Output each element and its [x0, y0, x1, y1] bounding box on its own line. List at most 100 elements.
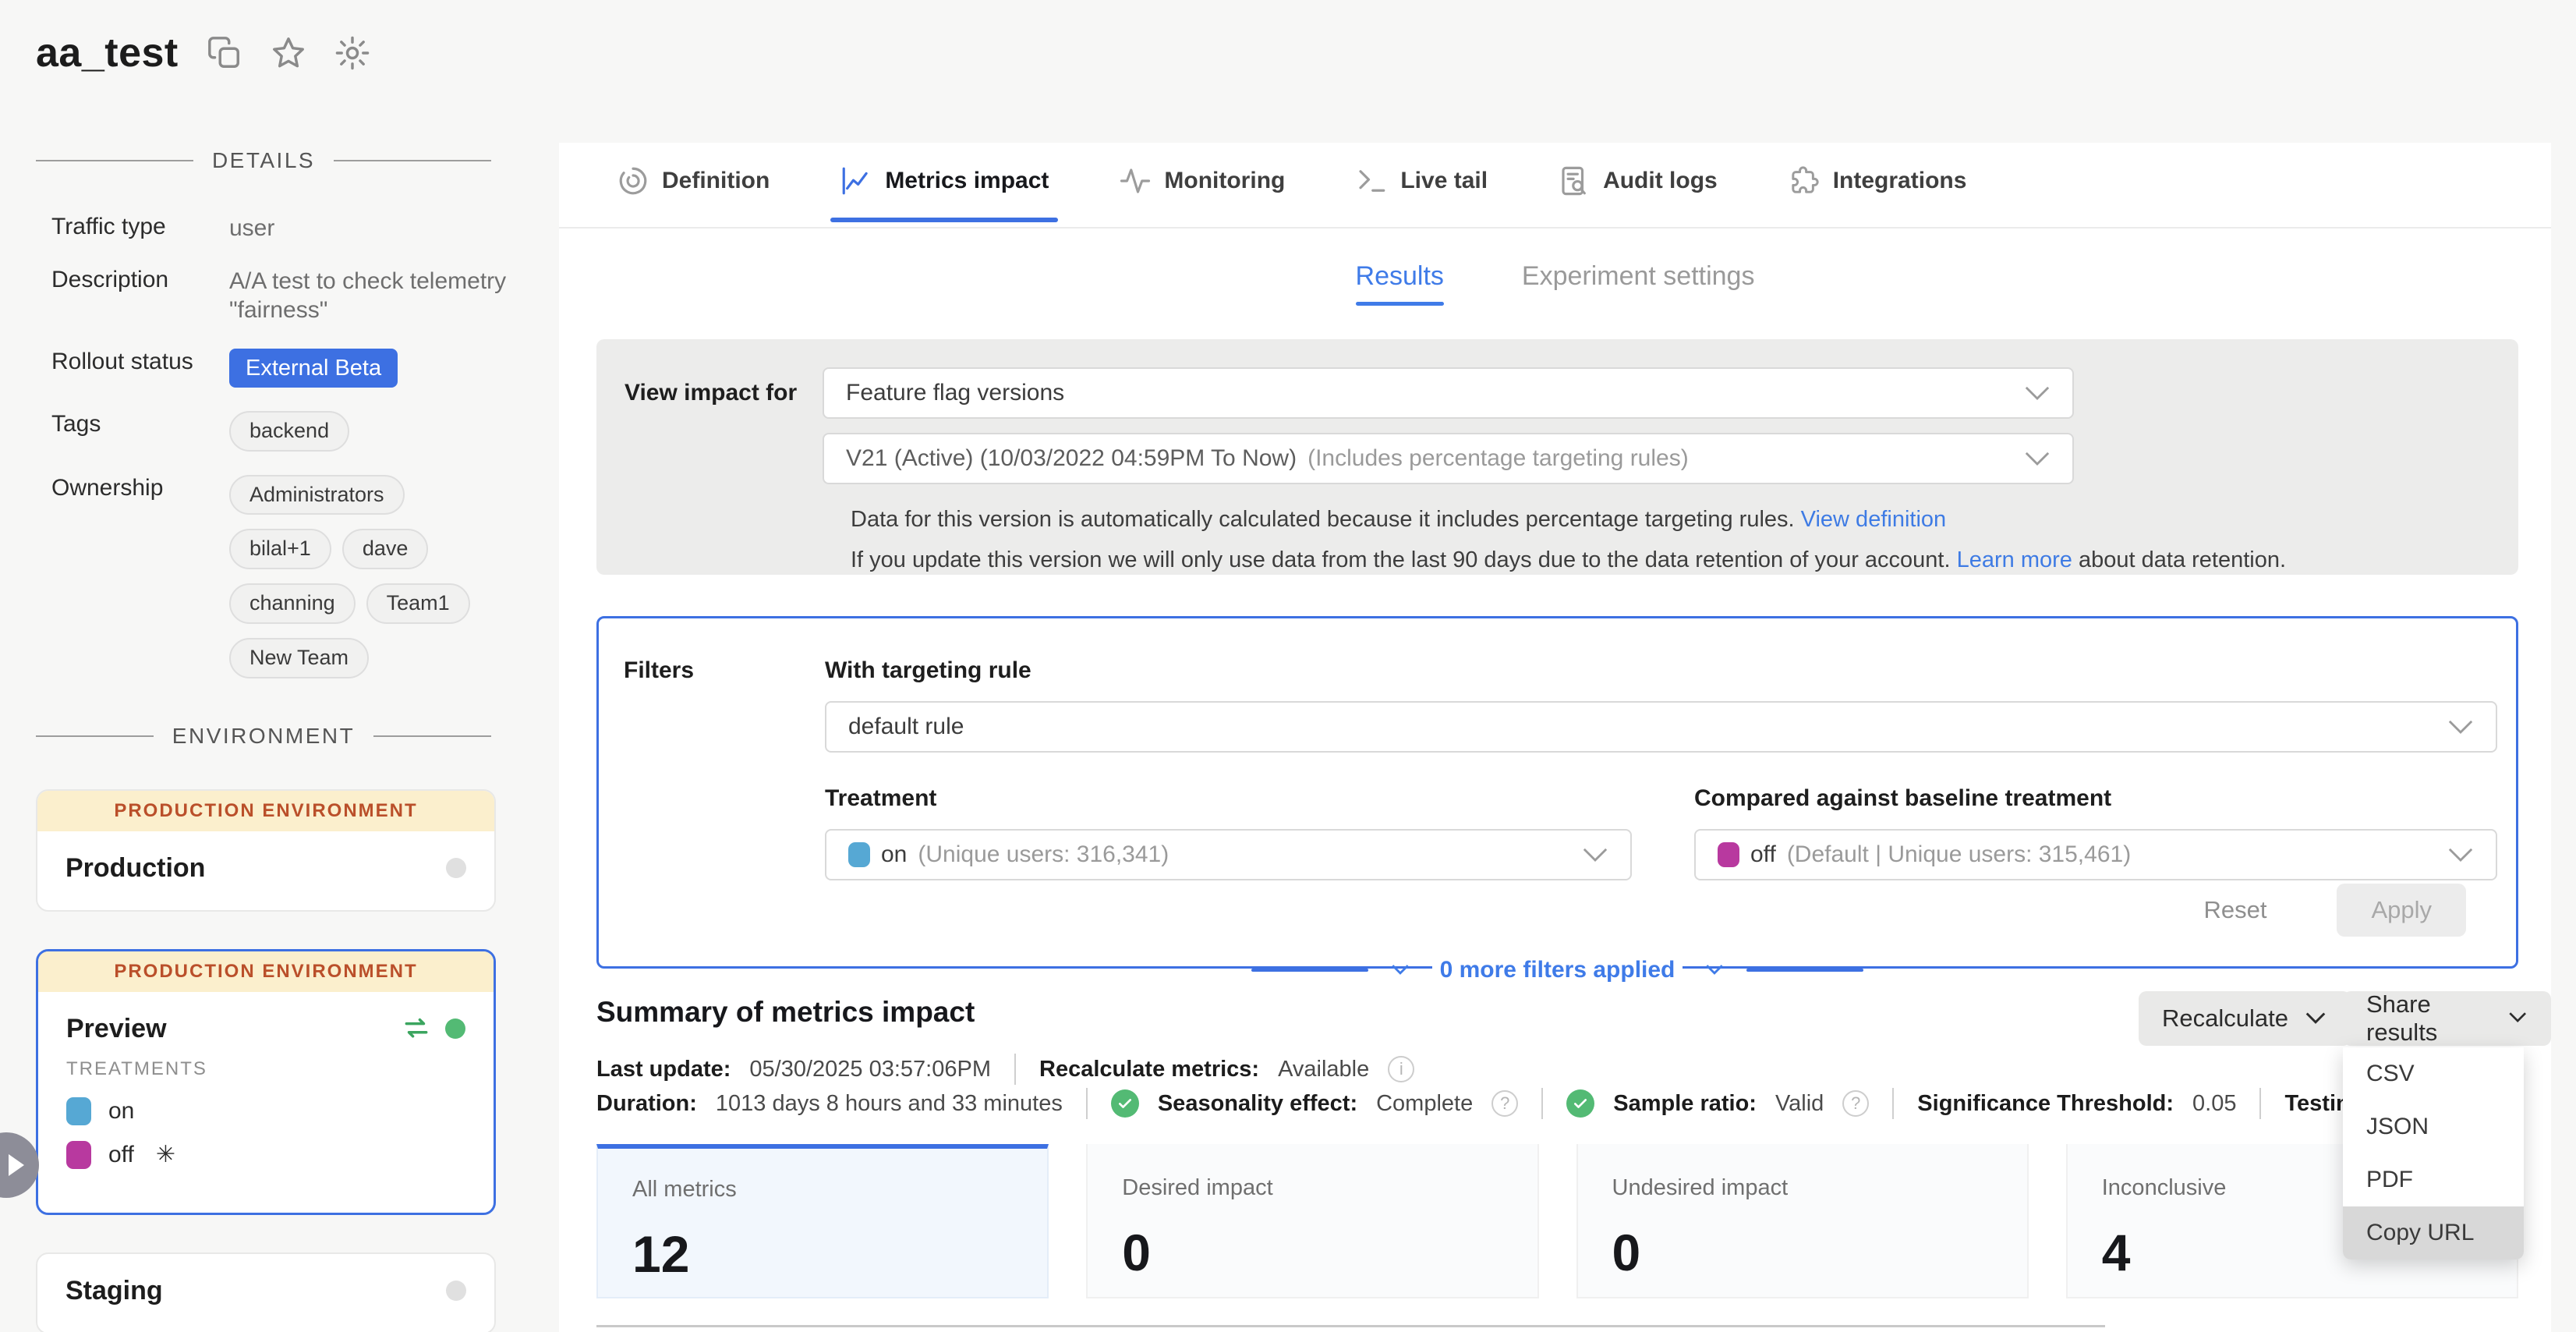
treatment-off-swatch: [1718, 842, 1739, 867]
baseline-label: Compared against baseline treatment: [1694, 785, 2497, 812]
targeting-rule-select[interactable]: default rule: [825, 701, 2497, 753]
owner-pill[interactable]: dave: [342, 529, 429, 569]
significance-label: Significance Threshold:: [1917, 1091, 2174, 1117]
divider-line: [1251, 969, 1368, 972]
chevron-down-icon: [1704, 964, 1725, 976]
duration-value: 1013 days 8 hours and 33 minutes: [716, 1091, 1063, 1117]
tab-metrics-impact[interactable]: Metrics impact: [840, 165, 1049, 221]
ownership-label: Ownership: [51, 475, 229, 678]
ownership-row: Ownership Administrators bilal+1 dave ch…: [51, 475, 511, 678]
impact-type-select[interactable]: Feature flag versions: [823, 367, 2074, 419]
summary-info-line-2: Duration: 1013 days 8 hours and 33 minut…: [596, 1088, 2518, 1119]
summary-info-line-1: Last update: 05/30/2025 03:57:06PM Recal…: [596, 1054, 1414, 1085]
filters-section: Filters With targeting rule default rule…: [596, 616, 2518, 969]
subtab-results[interactable]: Results: [1356, 261, 1444, 306]
metric-card-value: 0: [1612, 1223, 2027, 1282]
tab-label: Definition: [662, 168, 770, 194]
owner-pill[interactable]: New Team: [229, 638, 369, 678]
baseline-select[interactable]: off (Default | Unique users: 315,461): [1694, 829, 2497, 880]
targeting-rule-value: default rule: [848, 714, 964, 740]
environment-card-preview[interactable]: PRODUCTION ENVIRONMENT Preview TREATMENT…: [36, 949, 496, 1215]
description-value: A/A test to check telemetry "fairness": [229, 267, 511, 325]
tab-monitoring[interactable]: Monitoring: [1119, 165, 1285, 221]
treatment-on-label: on: [108, 1098, 134, 1125]
metric-card-undesired-impact[interactable]: Undesired impact 0: [1576, 1144, 2029, 1298]
tab-label: Audit logs: [1603, 168, 1718, 194]
production-environment-banner: PRODUCTION ENVIRONMENT: [38, 951, 494, 992]
treatment-on-swatch: [848, 842, 870, 867]
chevron-down-icon: [2447, 847, 2474, 863]
sidebar-collapse-handle[interactable]: [0, 1132, 39, 1198]
share-results-button[interactable]: Share results: [2343, 991, 2551, 1046]
menu-item-pdf[interactable]: PDF: [2343, 1153, 2524, 1206]
treatment-on-swatch: [66, 1097, 91, 1125]
tab-integrations[interactable]: Integrations: [1788, 165, 1967, 221]
owner-pill[interactable]: bilal+1: [229, 529, 331, 569]
info-icon[interactable]: i: [1388, 1056, 1414, 1082]
view-definition-link[interactable]: View definition: [1801, 507, 1946, 532]
version-note-line-2: If you update this version we will only …: [851, 544, 2518, 576]
menu-item-csv[interactable]: CSV: [2343, 1047, 2524, 1100]
metric-card-label: All metrics: [632, 1177, 1047, 1203]
recalculate-button-label: Recalculate: [2162, 1004, 2288, 1033]
tab-definition[interactable]: Definition: [617, 165, 770, 221]
reset-button[interactable]: Reset: [2203, 896, 2266, 924]
help-icon[interactable]: ?: [1842, 1090, 1869, 1117]
baseline-select-note: (Default | Unique users: 315,461): [1787, 841, 2131, 868]
chevron-down-icon: [1582, 847, 1608, 863]
pulse-icon: [1119, 165, 1152, 197]
owner-pill[interactable]: Administrators: [229, 475, 405, 515]
status-dot-gray: [446, 858, 466, 878]
tag-pill[interactable]: backend: [229, 411, 349, 452]
chevron-down-icon: [2024, 385, 2051, 401]
rollout-status-row: Rollout status External Beta: [51, 349, 511, 388]
menu-item-json[interactable]: JSON: [2343, 1100, 2524, 1153]
tab-audit-logs[interactable]: Audit logs: [1558, 165, 1718, 221]
document-search-icon: [1558, 165, 1591, 197]
traffic-type-row: Traffic type user: [51, 214, 511, 243]
more-filters-toggle[interactable]: 0 more filters applied: [599, 957, 2516, 983]
significance-value: 0.05: [2192, 1091, 2236, 1117]
treatments-title: TREATMENTS: [66, 1058, 465, 1080]
details-section-title: DETAILS: [212, 148, 315, 173]
metric-card-desired-impact[interactable]: Desired impact 0: [1086, 1144, 1538, 1298]
share-results-menu: CSV JSON PDF Copy URL: [2343, 1047, 2524, 1259]
seasonality-label: Seasonality effect:: [1158, 1091, 1357, 1117]
rollout-status-badge[interactable]: External Beta: [229, 349, 398, 388]
divider: [1086, 1088, 1088, 1119]
owner-pill[interactable]: channing: [229, 583, 356, 624]
apply-button[interactable]: Apply: [2337, 884, 2466, 937]
metric-card-value: 0: [1122, 1223, 1537, 1282]
version-select[interactable]: V21 (Active) (10/03/2022 04:59PM To Now)…: [823, 433, 2074, 484]
treatment-off-swatch: [66, 1141, 91, 1169]
filters-label: Filters: [624, 657, 825, 880]
impact-type-value: Feature flag versions: [846, 380, 1064, 406]
environment-card-staging[interactable]: Staging: [36, 1252, 496, 1332]
subtab-experiment-settings[interactable]: Experiment settings: [1522, 261, 1755, 306]
swap-arrows-icon: [402, 1014, 431, 1043]
default-treatment-asterisk-icon: ✳: [156, 1141, 175, 1168]
menu-item-copy-url[interactable]: Copy URL: [2343, 1206, 2524, 1259]
environment-card-production[interactable]: PRODUCTION ENVIRONMENT Production: [36, 789, 496, 912]
recalculate-metrics-value: Available: [1278, 1057, 1369, 1082]
owner-pill[interactable]: Team1: [366, 583, 470, 624]
treatment-select[interactable]: on (Unique users: 316,341): [825, 829, 1632, 880]
last-update-value: 05/30/2025 03:57:06PM: [749, 1057, 991, 1082]
targeting-rule-label: With targeting rule: [825, 657, 2497, 684]
tab-live-tail[interactable]: Live tail: [1355, 165, 1488, 221]
metric-card-all-metrics[interactable]: All metrics 12: [596, 1144, 1049, 1298]
tab-label: Integrations: [1833, 168, 1967, 194]
learn-more-link[interactable]: Learn more: [1957, 547, 2072, 572]
recalculate-metrics-label: Recalculate metrics:: [1039, 1057, 1259, 1082]
chevron-down-icon: [1390, 964, 1410, 976]
help-icon[interactable]: ?: [1491, 1090, 1518, 1117]
metric-card-label: Undesired impact: [1612, 1175, 2027, 1201]
recalculate-button[interactable]: Recalculate: [2139, 991, 2351, 1046]
status-dot-gray: [446, 1281, 466, 1301]
baseline-select-value: off: [1750, 841, 1776, 868]
sample-ratio-value: Valid: [1775, 1091, 1824, 1117]
treatment-off-label: off: [108, 1142, 134, 1168]
treatment-off-row: off ✳: [66, 1141, 465, 1169]
view-impact-label: View impact for: [625, 367, 823, 484]
version-value: V21 (Active) (10/03/2022 04:59PM To Now): [846, 445, 1297, 472]
